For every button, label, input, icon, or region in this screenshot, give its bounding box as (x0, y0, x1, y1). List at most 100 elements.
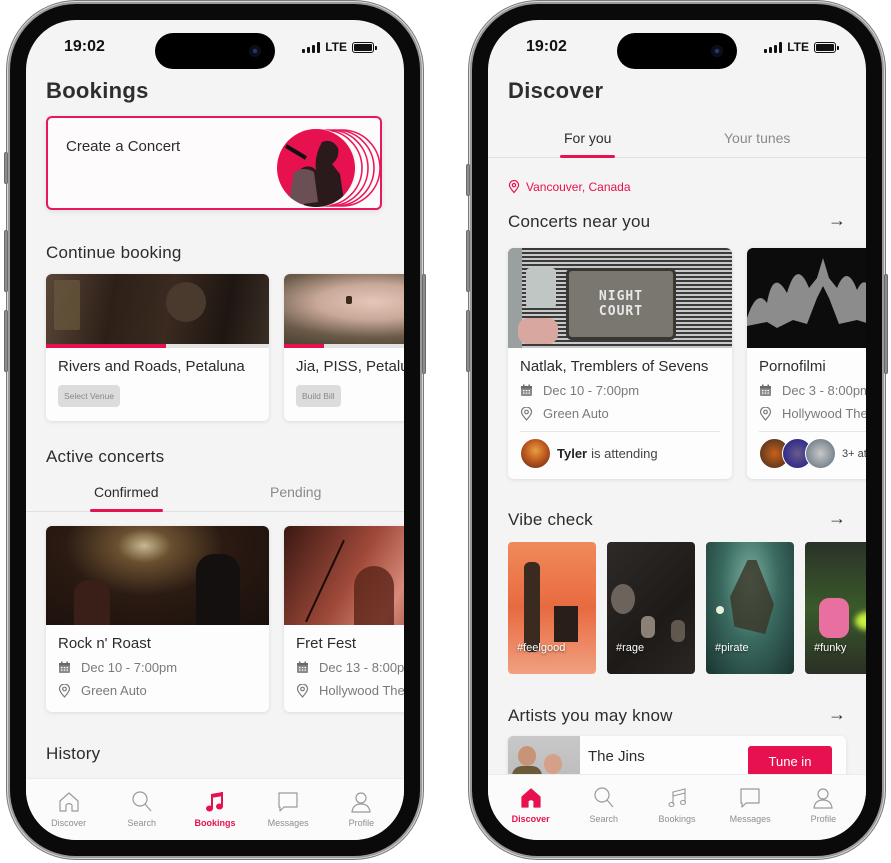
status-time: 19:02 (526, 38, 567, 55)
concert-venue: Hollywood Theatre (296, 683, 404, 698)
tab-pending-label: Pending (270, 484, 322, 500)
attendees[interactable]: Tyler is attending (520, 438, 732, 469)
concert-date: Dec 10 - 7:00pm (520, 383, 732, 398)
vibe-see-all-arrow-icon[interactable]: → (828, 508, 846, 529)
tab-label: Messages (729, 814, 771, 824)
active-tab-indicator (90, 509, 163, 512)
vibe-tag: #rage (616, 642, 645, 654)
booking-draft-card[interactable]: Rivers and Roads, Petaluna Select Venue (46, 274, 269, 421)
tab-messages[interactable]: Messages (256, 779, 320, 840)
concert-venue-text: Hollywood Theatre (782, 406, 866, 421)
location-pin-icon (296, 683, 309, 698)
tab-messages[interactable]: Messages (718, 775, 782, 840)
location-pin-icon (520, 406, 533, 421)
vibe-check-list[interactable]: #feelgood #rage #pirate #funky (508, 542, 866, 674)
continue-booking-list[interactable]: Rivers and Roads, Petaluna Select Venue … (46, 274, 404, 421)
concert-date-text: Dec 13 - 8:00pm (319, 660, 404, 675)
attending-text: 3+ attending (842, 447, 866, 460)
network-label: LTE (787, 40, 809, 54)
tab-search[interactable]: Search (572, 775, 636, 840)
create-concert-card[interactable]: Create a Concert (46, 116, 382, 210)
tab-bookings[interactable]: Bookings (645, 775, 709, 840)
concerts-see-all-arrow-icon[interactable]: → (828, 210, 846, 231)
build-bill-button[interactable]: Build Bill (296, 385, 341, 407)
bottom-tab-bar: Discover Search Bookings Messages Profil… (488, 774, 866, 840)
castle-flames-art-icon (747, 258, 866, 348)
avatar (520, 438, 551, 469)
home-icon (520, 788, 541, 808)
tab-confirmed-label: Confirmed (94, 484, 159, 500)
active-concerts-tabs: Confirmed Pending (26, 478, 404, 512)
tab-confirmed[interactable]: Confirmed (90, 484, 163, 512)
profile-icon (351, 792, 372, 813)
tab-profile[interactable]: Profile (791, 775, 855, 840)
select-venue-button[interactable]: Select Venue (58, 385, 121, 407)
vibe-tile[interactable]: #rage (607, 542, 695, 674)
attendees[interactable]: 3+ attending (759, 438, 866, 469)
tab-bookings[interactable]: Bookings (183, 779, 247, 840)
concert-image (46, 526, 269, 625)
concert-card[interactable]: Fret Fest Dec 13 - 8:00pm Hollywood Thea… (284, 526, 404, 712)
volume-up-button (4, 230, 8, 292)
tab-for-you-label: For you (564, 130, 612, 146)
artists-title: Artists you may know (508, 706, 673, 725)
concert-venue-text: Green Auto (543, 406, 609, 421)
tab-discover[interactable]: Discover (499, 775, 563, 840)
concerts-near-you-title: Concerts near you (508, 212, 651, 231)
vibe-tile[interactable]: #feelgood (508, 542, 596, 674)
concert-venue-text: Green Auto (81, 683, 147, 698)
concert-date: Dec 13 - 8:00pm (296, 660, 404, 675)
camera-icon (249, 45, 261, 57)
concert-card[interactable]: NIGHT COURT Natlak, Tremblers of Sevens … (508, 248, 732, 479)
tab-label: Profile (810, 814, 837, 824)
concert-name: Fret Fest (296, 635, 357, 652)
tab-discover[interactable]: Discover (37, 779, 101, 840)
mute-switch (466, 164, 470, 196)
booking-progress (46, 344, 269, 348)
volume-down-button (466, 310, 470, 372)
concert-venue: Green Auto (58, 683, 269, 698)
search-icon (594, 787, 614, 808)
phone-discover: 19:02 LTE Discover For you Your tunes Va… (466, 4, 888, 856)
artists-see-all-arrow-icon[interactable]: → (828, 704, 846, 725)
active-concerts-list[interactable]: Rock n' Roast Dec 10 - 7:00pm Green Auto… (46, 526, 404, 712)
vibe-tile[interactable]: #funky (805, 542, 866, 674)
calendar-icon (297, 661, 308, 673)
booking-draft-name: Jia, PISS, Petaluna (296, 358, 404, 375)
concerts-near-you-list[interactable]: NIGHT COURT Natlak, Tremblers of Sevens … (508, 248, 866, 479)
location-text: Vancouver, Canada (526, 180, 631, 194)
tab-pending[interactable]: Pending (270, 484, 321, 500)
tab-label: Search (589, 814, 619, 824)
tab-search[interactable]: Search (110, 779, 174, 840)
home-icon (58, 792, 79, 812)
dynamic-island (617, 33, 737, 69)
power-button (422, 274, 426, 374)
location-pin-icon (508, 180, 520, 194)
location-selector[interactable]: Vancouver, Canada (508, 180, 631, 194)
tab-your-tunes-label: Your tunes (724, 130, 791, 146)
continue-booking-title: Continue booking (46, 243, 182, 262)
vibe-tile[interactable]: #pirate (706, 542, 794, 674)
camera-icon (711, 45, 723, 57)
tab-your-tunes[interactable]: Your tunes (724, 130, 790, 146)
tab-label: Search (127, 818, 157, 828)
message-icon (740, 788, 760, 808)
concert-card[interactable]: Rock n' Roast Dec 10 - 7:00pm Green Auto (46, 526, 269, 712)
concert-poster (747, 248, 866, 348)
tab-for-you[interactable]: For you (560, 130, 616, 158)
volume-up-button (466, 230, 470, 292)
concert-card[interactable]: Pornofilmi Dec 3 - 8:00pm Hollywood Thea… (747, 248, 866, 479)
concert-date-text: Dec 10 - 7:00pm (543, 383, 640, 398)
tab-profile[interactable]: Profile (329, 779, 393, 840)
signal-icon (302, 41, 321, 53)
tab-label: Discover (511, 814, 550, 824)
concert-venue: Hollywood Theatre (759, 406, 866, 421)
tune-in-button[interactable]: Tune in (748, 746, 832, 776)
bookings-screen: 19:02 LTE Bookings Create a Concert Cont… (26, 20, 404, 840)
vibe-check-title: Vibe check (508, 510, 593, 529)
poster-text: NIGHT (598, 289, 644, 304)
concert-name: Pornofilmi (759, 358, 826, 375)
booking-draft-card[interactable]: Jia, PISS, Petaluna Build Bill (284, 274, 404, 421)
discover-tabs: For you Your tunes (488, 124, 866, 158)
battery-icon (352, 41, 377, 53)
